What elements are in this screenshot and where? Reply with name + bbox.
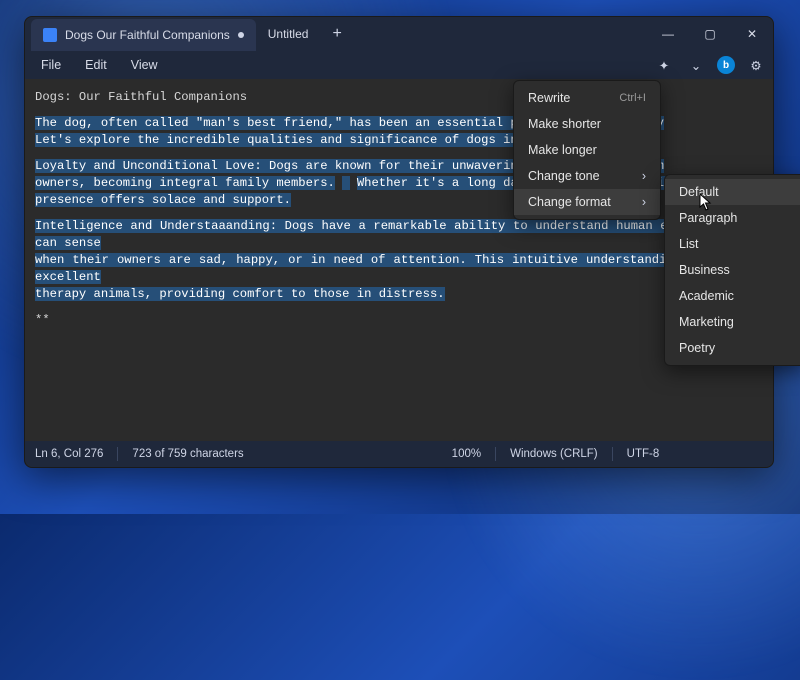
copilot-menu: Rewrite Ctrl+I Make shorter Make longer … — [513, 80, 661, 220]
bing-icon: b — [723, 60, 729, 71]
maximize-button[interactable]: ▢ — [689, 17, 731, 51]
chevron-right-icon: › — [642, 195, 646, 209]
format-marketing[interactable]: Marketing — [665, 309, 800, 335]
format-business[interactable]: Business — [665, 257, 800, 283]
statusbar: Ln 6, Col 276 723 of 759 characters 100%… — [25, 441, 773, 467]
chevron-right-icon: › — [642, 169, 646, 183]
minimize-icon: — — [662, 27, 674, 41]
gear-icon: ⚙ — [750, 58, 761, 73]
copilot-dropdown[interactable]: ⌄ — [685, 54, 707, 76]
format-poetry[interactable]: Poetry — [665, 335, 800, 361]
status-eol[interactable]: Windows (CRLF) — [510, 448, 598, 460]
menu-label: Change tone — [528, 169, 600, 183]
menu-make-longer[interactable]: Make longer — [514, 137, 660, 163]
sparkle-icon: ✦ — [659, 58, 669, 73]
divider — [612, 447, 613, 461]
menubar: File Edit View ✦ ⌄ b ⚙ — [25, 51, 773, 79]
status-zoom[interactable]: 100% — [452, 448, 481, 460]
menu-label: Change format — [528, 195, 611, 209]
menu-change-tone[interactable]: Change tone › — [514, 163, 660, 189]
menu-make-shorter[interactable]: Make shorter — [514, 111, 660, 137]
format-academic[interactable]: Academic — [665, 283, 800, 309]
menu-edit[interactable]: Edit — [75, 54, 117, 76]
menu-label: Poetry — [679, 341, 715, 355]
selected-text: presence offers solace and support. — [35, 193, 291, 207]
menu-file[interactable]: File — [31, 54, 71, 76]
menu-label: Rewrite — [528, 91, 570, 105]
status-position[interactable]: Ln 6, Col 276 — [35, 448, 103, 460]
selected-text: when their owners are sad, happy, or in … — [35, 253, 763, 284]
titlebar: Dogs Our Faithful Companions Untitled + … — [25, 17, 773, 51]
menu-label: Business — [679, 263, 730, 277]
status-encoding[interactable]: UTF-8 — [627, 448, 660, 460]
minimize-button[interactable]: — — [647, 17, 689, 51]
menu-label: Make longer — [528, 143, 597, 157]
close-button[interactable]: ✕ — [731, 17, 773, 51]
menu-shortcut: Ctrl+I — [619, 92, 646, 104]
maximize-icon: ▢ — [704, 27, 715, 41]
format-default[interactable]: Default — [665, 179, 800, 205]
menu-rewrite[interactable]: Rewrite Ctrl+I — [514, 85, 660, 111]
settings-button[interactable]: ⚙ — [745, 54, 767, 76]
divider — [495, 447, 496, 461]
selected-text: Intelligence and Understaaanding: Dogs h… — [35, 219, 763, 250]
new-tab-button[interactable]: + — [320, 25, 353, 43]
menu-label: Make shorter — [528, 117, 601, 131]
divider — [117, 447, 118, 461]
tab-active[interactable]: Dogs Our Faithful Companions — [31, 19, 256, 51]
format-list[interactable]: List — [665, 231, 800, 257]
bing-button[interactable]: b — [717, 56, 735, 74]
format-paragraph[interactable]: Paragraph — [665, 205, 800, 231]
copilot-button[interactable]: ✦ — [653, 54, 675, 76]
selected-text: therapy animals, providing comfort to th… — [35, 287, 445, 301]
app-icon — [43, 28, 57, 42]
change-format-submenu: Default Paragraph List Business Academic… — [664, 174, 800, 366]
tab-inactive-title: Untitled — [268, 27, 309, 41]
menu-view[interactable]: View — [121, 54, 168, 76]
notepad-window: Dogs Our Faithful Companions Untitled + … — [24, 16, 774, 468]
menu-change-format[interactable]: Change format › — [514, 189, 660, 215]
chevron-down-icon: ⌄ — [691, 58, 701, 73]
paragraph: ** — [35, 312, 763, 329]
close-icon: ✕ — [747, 27, 757, 41]
paragraph: Intelligence and Understaaanding: Dogs h… — [35, 218, 763, 303]
menu-label: List — [679, 237, 698, 251]
tab-inactive[interactable]: Untitled — [256, 17, 321, 51]
menu-label: Paragraph — [679, 211, 737, 225]
menu-label: Academic — [679, 289, 734, 303]
tab-active-title: Dogs Our Faithful Companions — [65, 28, 230, 42]
unsaved-indicator-icon — [238, 32, 244, 38]
status-selection[interactable]: 723 of 759 characters — [132, 448, 243, 460]
menu-label: Marketing — [679, 315, 734, 329]
selected-text: owners, becoming integral family members… — [35, 176, 335, 190]
